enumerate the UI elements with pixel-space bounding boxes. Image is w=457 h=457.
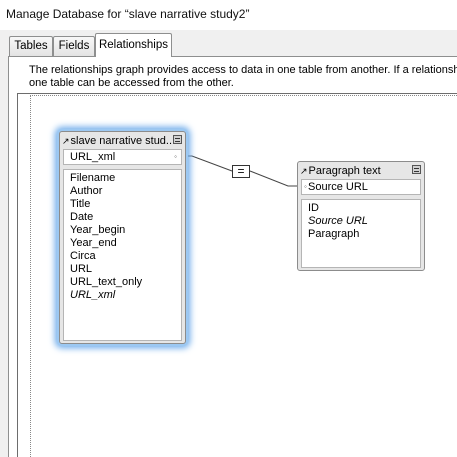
relationships-description: The relationships graph provides access … bbox=[29, 64, 457, 90]
match-field-label: URL_xml bbox=[70, 151, 116, 163]
description-line-2: one table can be accessed from the other… bbox=[29, 77, 234, 89]
link-arrow-icon: ↗ bbox=[62, 136, 70, 146]
table-name: slave narrative stud... bbox=[70, 135, 176, 147]
table-header[interactable]: ↗Paragraph text bbox=[300, 164, 422, 178]
link-arrow-icon: ↗ bbox=[300, 166, 308, 176]
tab-relationships[interactable]: Relationships bbox=[95, 33, 172, 57]
field-list: Filename Author Title Date Year_begin Ye… bbox=[63, 169, 182, 341]
collapse-toggle-icon[interactable] bbox=[412, 165, 421, 174]
list-item[interactable]: Circa bbox=[64, 250, 181, 263]
list-item[interactable]: Date bbox=[64, 211, 181, 224]
match-field[interactable]: URL_xml ◦ bbox=[63, 149, 182, 165]
match-field-label: Source URL bbox=[308, 181, 368, 193]
connector-dot-icon: ◦ bbox=[174, 152, 177, 161]
list-item[interactable]: URL_xml bbox=[64, 289, 181, 302]
list-item[interactable]: ID bbox=[302, 202, 420, 215]
list-item[interactable]: Year_begin bbox=[64, 224, 181, 237]
relationship-operator[interactable]: = bbox=[232, 165, 250, 178]
description-line-1: The relationships graph provides access … bbox=[29, 64, 457, 76]
table-occurrence-slave-narrative[interactable]: ↗slave narrative stud... URL_xml ◦ Filen… bbox=[59, 131, 186, 344]
list-item[interactable]: Paragraph bbox=[302, 228, 420, 241]
list-item[interactable]: Author bbox=[64, 185, 181, 198]
tab-tables[interactable]: Tables bbox=[9, 36, 53, 56]
list-item[interactable]: Source URL bbox=[302, 215, 420, 228]
list-item[interactable]: Filename bbox=[64, 172, 181, 185]
connector-dot-icon: ◦ bbox=[304, 182, 307, 191]
list-item[interactable]: Title bbox=[64, 198, 181, 211]
window-title: Manage Database for “slave narrative stu… bbox=[0, 0, 457, 30]
match-field[interactable]: ◦ Source URL bbox=[301, 179, 421, 195]
tab-fields[interactable]: Fields bbox=[53, 36, 95, 56]
table-occurrence-paragraph-text[interactable]: ↗Paragraph text ◦ Source URL ID Source U… bbox=[297, 161, 425, 271]
collapse-toggle-icon[interactable] bbox=[173, 135, 182, 144]
table-header[interactable]: ↗slave narrative stud... bbox=[62, 134, 183, 148]
list-item[interactable]: Year_end bbox=[64, 237, 181, 250]
table-name: Paragraph text bbox=[308, 165, 381, 177]
list-item[interactable]: URL bbox=[64, 263, 181, 276]
field-list: ID Source URL Paragraph bbox=[301, 199, 421, 268]
list-item[interactable]: URL_text_only bbox=[64, 276, 181, 289]
